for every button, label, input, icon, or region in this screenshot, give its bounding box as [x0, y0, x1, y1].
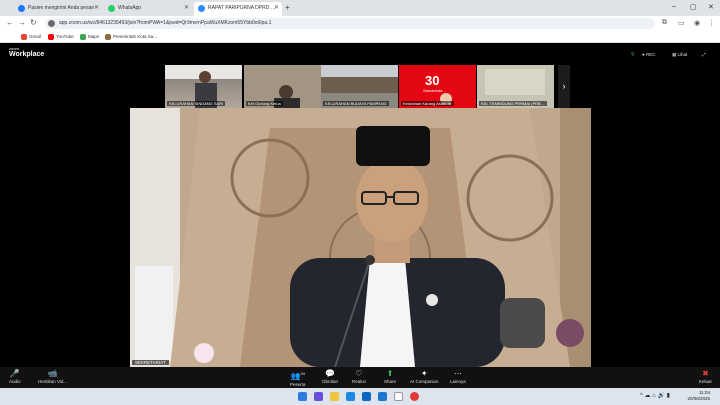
chat-icon: 💬 — [325, 369, 335, 378]
participant-name: KELURAHAN BUDAYA PAMPANG — [323, 101, 389, 106]
tab-facebook[interactable]: Pasien mengirimi Anda pesan ✕ — [14, 2, 102, 16]
windows-taskbar: ^ ☁ ⌂ 🔊 ▮ 11:04 20/08/2025 — [0, 388, 720, 405]
participant-tile[interactable]: KELURAHAN SINDANG SARI — [165, 65, 242, 108]
tab-title: RAPAT PARIPURNA DPRD … — [208, 5, 276, 11]
facebook-icon — [18, 5, 25, 12]
shield-icon[interactable]: ⛨ — [631, 52, 634, 57]
tab-title: WhatsApp — [118, 5, 142, 11]
close-icon[interactable]: ✕ — [94, 2, 99, 14]
chrome-icon[interactable] — [410, 392, 419, 401]
participant-tile[interactable]: 30 Samarinda Kelurahan Karang Asam Ilir — [399, 65, 476, 108]
reload-icon[interactable]: ↻ — [30, 18, 37, 27]
app-icon[interactable] — [394, 392, 403, 401]
bookmark-maps[interactable]: Maps — [79, 33, 99, 41]
reactions-button[interactable]: ♡ Reaksi — [352, 369, 366, 384]
taskbar-clock[interactable]: 11:04 20/08/2025 — [687, 390, 710, 402]
participants-button[interactable]: 👥34 Peserta — [290, 369, 306, 387]
tab-zoom[interactable]: RAPAT PARIPURNA DPRD … ✕ — [194, 2, 282, 16]
microphone-icon: 🎤 — [9, 369, 20, 378]
address-bar-row: ← → ↻ app.zoom.us/wc/84613235493/join?fr… — [0, 16, 720, 31]
participant-name: KEL TEMINDUNG PERMAI (PEB… — [479, 101, 547, 106]
participant-name: KELURAHAN SINDANG SARI — [167, 101, 226, 106]
meeting-toolbar: 🎤 Audio 📹 Hentikan Vid... 👥34 Peserta 💬 Obro… — [0, 367, 720, 388]
sidebar-icon[interactable]: ▭ — [678, 19, 685, 27]
close-icon[interactable]: ✕ — [184, 2, 189, 14]
bookmark-gmail[interactable]: Gmail — [20, 33, 41, 41]
maps-icon — [80, 34, 86, 40]
government-icon — [105, 34, 111, 40]
heart-icon: ♡ — [355, 369, 363, 378]
bookmark-youtube[interactable]: YouTube — [47, 33, 74, 41]
logo-sub: Samarinda — [423, 88, 443, 93]
view-button[interactable]: ▦ Lihat — [672, 52, 687, 58]
site-info-icon[interactable] — [48, 20, 55, 27]
copilot-icon[interactable] — [314, 392, 323, 401]
participant-tile[interactable]: KEL TEMINDUNG PERMAI (PEB… — [477, 65, 554, 108]
more-button[interactable]: ⋯ Lainnya — [450, 369, 466, 384]
leave-icon: ✖ — [702, 369, 709, 378]
participants-icon: 👥34 — [290, 371, 305, 381]
gmail-icon — [21, 34, 27, 40]
url-text: app.zoom.us/wc/84613235493/join?fromPWA=… — [59, 20, 272, 26]
tab-whatsapp[interactable]: WhatsApp ✕ — [104, 2, 192, 16]
speaker-scene — [130, 108, 591, 367]
bookmarks-bar: Gmail YouTube Maps Pemerintah Kota Sa... — [0, 31, 720, 43]
start-icon[interactable] — [298, 392, 307, 401]
zoom-icon — [198, 5, 205, 12]
zoom-logo: zoom Workplace — [9, 46, 45, 58]
whatsapp-icon — [108, 5, 115, 12]
participant-count: 34 — [300, 371, 305, 376]
video-button[interactable]: 📹 Hentikan Vid... — [38, 369, 67, 384]
url-field[interactable]: app.zoom.us/wc/84613235493/join?fromPWA=… — [45, 18, 655, 29]
participant-name: Ket Gunung Kelua — [246, 101, 283, 106]
forward-icon[interactable]: → — [18, 18, 26, 27]
camera-icon: 📹 — [47, 369, 58, 378]
logo-number: 30 — [425, 73, 439, 88]
share-icon: ⬆ — [386, 369, 394, 378]
file-explorer-icon[interactable] — [330, 392, 339, 401]
ai-companion-button[interactable]: ✦ AI Companion — [410, 369, 439, 384]
chat-button[interactable]: 💬 Obrolan — [322, 369, 338, 384]
main-speaker-video: SEKRETARIAT — [130, 108, 591, 367]
bookmark-pemerintah[interactable]: Pemerintah Kota Sa... — [104, 33, 157, 41]
edge-icon[interactable] — [346, 392, 355, 401]
next-participants-button[interactable]: › — [558, 65, 570, 108]
store-icon[interactable] — [362, 392, 371, 401]
participant-name: Kelurahan Karang Asam Ilir — [401, 101, 454, 106]
participant-tile[interactable]: Ket Gunung Kelua — [244, 65, 321, 108]
profile-icon[interactable]: ◉ — [694, 19, 700, 27]
youtube-icon — [48, 34, 54, 40]
dropbox-icon[interactable] — [378, 392, 387, 401]
participant-tile[interactable]: KELURAHAN BUDAYA PAMPANG — [321, 65, 398, 108]
sparkle-icon: ✦ — [420, 369, 428, 378]
close-icon[interactable]: ✕ — [274, 2, 279, 14]
more-icon: ⋯ — [453, 369, 462, 378]
share-button[interactable]: ⬆ Share — [384, 369, 396, 384]
zoom-meeting: zoom Workplace ⛨ ● REC ▦ Lihat ⤢ KELURAH… — [0, 43, 720, 388]
browser-tab-strip: Pasien mengirimi Anda pesan ✕ WhatsApp ✕… — [0, 0, 720, 16]
system-tray[interactable]: ^ ☁ ⌂ 🔊 ▮ — [640, 392, 670, 399]
leave-button[interactable]: ✖ Keluar — [699, 369, 712, 384]
audio-button[interactable]: 🎤 Audio — [9, 369, 21, 384]
menu-icon[interactable]: ⋮ — [708, 19, 715, 27]
new-tab-button[interactable]: + — [285, 3, 290, 12]
fullscreen-icon[interactable]: ⤢ — [702, 52, 706, 57]
close-window-button[interactable]: ✕ — [708, 3, 714, 11]
extensions-icon[interactable]: ⧉ — [662, 19, 667, 27]
tab-title: Pasien mengirimi Anda pesan — [28, 5, 95, 11]
minimize-button[interactable]: – — [672, 3, 676, 10]
recording-indicator: ● REC — [642, 52, 656, 57]
back-icon[interactable]: ← — [6, 18, 14, 27]
maximize-button[interactable]: ▢ — [690, 3, 697, 11]
speaker-name: SEKRETARIAT — [132, 360, 169, 365]
